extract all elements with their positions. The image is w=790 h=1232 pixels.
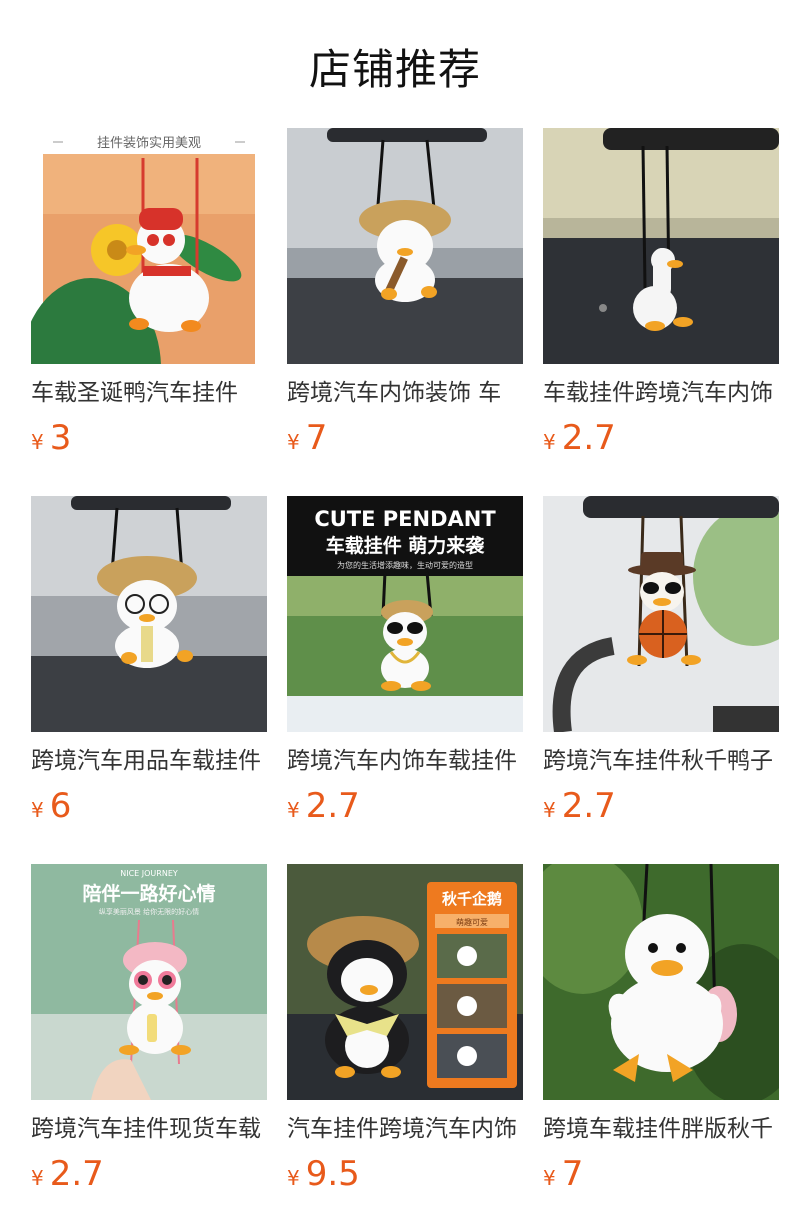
- product-image[interactable]: [543, 496, 779, 732]
- price-value: 3: [49, 418, 72, 458]
- currency-symbol: ¥: [543, 430, 556, 454]
- product-image[interactable]: [31, 496, 267, 732]
- product-image[interactable]: 挂件装饰实用美观: [31, 128, 267, 364]
- price-value: 9.5: [305, 1154, 360, 1194]
- product-card[interactable]: 跨境汽车用品车载挂件 ¥6: [31, 496, 267, 832]
- product-image[interactable]: [543, 128, 779, 364]
- image-banner-small: 萌趣可爱: [456, 917, 488, 927]
- product-image[interactable]: [287, 128, 523, 364]
- product-card[interactable]: 跨境汽车内饰装饰 车 ¥7: [287, 128, 523, 464]
- product-card[interactable]: CUTE PENDANT 车载挂件 萌力来袭 为您的生活增添趣味，生动可爱的造型…: [287, 496, 523, 832]
- product-title[interactable]: 跨境汽车用品车载挂件: [31, 746, 267, 776]
- product-price: ¥9.5: [287, 1154, 523, 1200]
- currency-symbol: ¥: [31, 798, 44, 822]
- product-image[interactable]: [543, 864, 779, 1100]
- price-value: 2.7: [561, 786, 616, 826]
- product-card[interactable]: 秋千企鹅 萌趣可爱 汽车挂件跨境汽车内饰 ¥ 9.5: [287, 864, 523, 1200]
- image-banner-en: CUTE PENDANT: [314, 507, 496, 531]
- product-card[interactable]: NICE JOURNEY 陪伴一路好心情 纵享美丽风景 给你无限的好心情 跨境汽…: [31, 864, 267, 1200]
- product-price: ¥3: [31, 418, 267, 464]
- currency-symbol: ¥: [543, 798, 556, 822]
- product-title[interactable]: 汽车挂件跨境汽车内饰: [287, 1114, 523, 1144]
- image-banner-cn: 车载挂件 萌力来袭: [326, 534, 486, 557]
- price-value: 2.7: [49, 1154, 104, 1194]
- product-price: ¥2.7: [31, 1154, 267, 1200]
- price-value: 2.7: [561, 418, 616, 458]
- image-banner-cn: 陪伴一路好心情: [82, 882, 215, 905]
- product-card[interactable]: 跨境汽车挂件秋千鸭子 ¥2.7: [543, 496, 779, 832]
- price-value: 7: [561, 1154, 584, 1194]
- page-title: 店铺推荐: [308, 45, 481, 94]
- product-title[interactable]: 车载挂件跨境汽车内饰: [543, 378, 779, 408]
- currency-symbol: ¥: [31, 1166, 44, 1190]
- product-price: ¥6: [31, 786, 267, 832]
- image-banner-small: 纵享美丽风景 给你无限的好心情: [99, 907, 199, 916]
- image-banner-en: NICE JOURNEY: [120, 869, 178, 878]
- price-value: 7: [305, 418, 328, 458]
- product-title[interactable]: 跨境车载挂件胖版秋千: [543, 1114, 779, 1144]
- product-card[interactable]: 车载挂件跨境汽车内饰 ¥2.7: [543, 128, 779, 464]
- currency-symbol: ¥: [287, 1166, 300, 1190]
- product-price: ¥7: [287, 418, 523, 464]
- currency-symbol: ¥: [287, 430, 300, 454]
- product-price: ¥7: [543, 1154, 779, 1200]
- product-card[interactable]: 跨境车载挂件胖版秋千 ¥7: [543, 864, 779, 1200]
- image-banner-small: 为您的生活增添趣味，生动可爱的造型: [337, 560, 473, 570]
- currency-symbol: ¥: [543, 1166, 556, 1190]
- currency-symbol: ¥: [31, 430, 44, 454]
- product-title[interactable]: 跨境汽车内饰车载挂件: [287, 746, 523, 776]
- currency-symbol: ¥: [287, 798, 300, 822]
- product-title[interactable]: 车载圣诞鸭汽车挂件: [31, 378, 267, 408]
- product-image[interactable]: 秋千企鹅 萌趣可爱: [287, 864, 523, 1100]
- product-image[interactable]: NICE JOURNEY 陪伴一路好心情 纵享美丽风景 给你无限的好心情: [31, 864, 267, 1100]
- price-value: 6: [49, 786, 72, 826]
- image-banner-cn: 秋千企鹅: [442, 890, 502, 908]
- product-price: ¥2.7: [287, 786, 523, 832]
- product-price: ¥2.7: [543, 786, 779, 832]
- product-price: ¥2.7: [543, 418, 779, 464]
- price-value: 2.7: [305, 786, 360, 826]
- image-caption: 挂件装饰实用美观: [97, 136, 201, 151]
- product-title[interactable]: 跨境汽车挂件现货车载: [31, 1114, 267, 1144]
- product-title[interactable]: 跨境汽车挂件秋千鸭子: [543, 746, 779, 776]
- product-image[interactable]: CUTE PENDANT 车载挂件 萌力来袭 为您的生活增添趣味，生动可爱的造型: [287, 496, 523, 732]
- product-card[interactable]: 挂件装饰实用美观 车载圣诞鸭汽车挂件 ¥3: [31, 128, 267, 464]
- product-title[interactable]: 跨境汽车内饰装饰 车: [287, 378, 523, 408]
